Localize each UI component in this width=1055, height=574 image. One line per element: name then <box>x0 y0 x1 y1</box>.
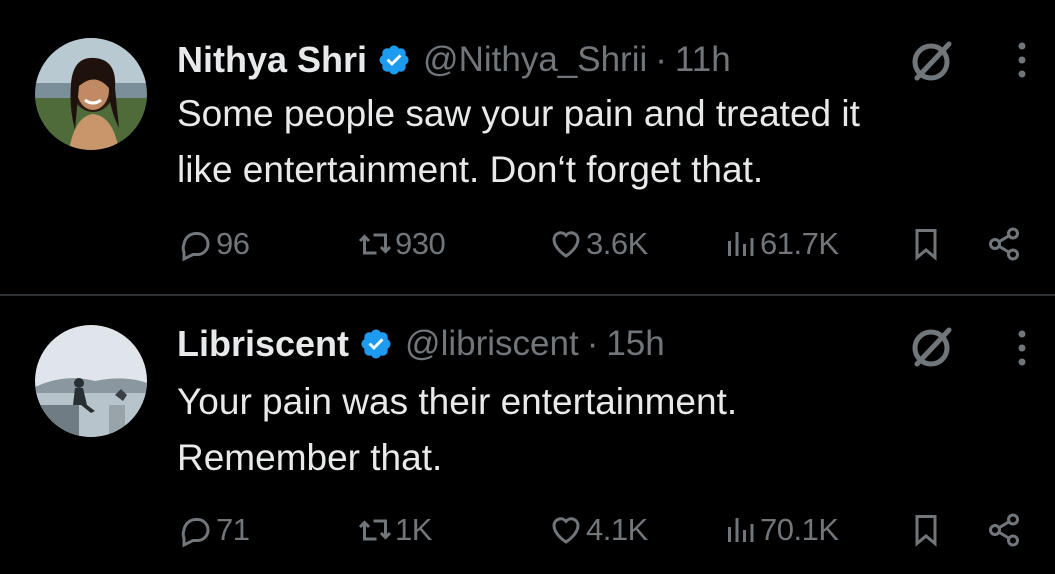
reply-count: 96 <box>216 226 250 261</box>
share-icon <box>989 513 1019 547</box>
tweet-text-line: like entertainment. Don‘t forget that. <box>177 149 764 190</box>
like-icon <box>552 231 580 258</box>
timestamp[interactable]: 11h <box>675 40 731 80</box>
timestamp[interactable]: 15h <box>606 324 664 364</box>
like-button[interactable]: 3.6K <box>548 219 648 269</box>
tweet-text: Some people saw your pain and treated it… <box>177 86 1017 198</box>
views-button[interactable]: 61.7K <box>722 219 839 269</box>
like-count: 3.6K <box>586 226 648 261</box>
avatar[interactable] <box>35 38 147 150</box>
share-icon <box>989 227 1019 261</box>
reply-button[interactable]: 96 <box>178 219 250 269</box>
repost-icon <box>358 233 392 255</box>
views-icon <box>728 232 754 256</box>
tweet-text-line: Your pain was their entertainment. <box>177 381 738 422</box>
share-button[interactable] <box>986 219 1022 269</box>
author-handle[interactable]: @libriscent <box>405 324 579 364</box>
views-count: 61.7K <box>760 226 839 261</box>
author-name[interactable]: Nithya Shri <box>177 39 367 81</box>
repost-button[interactable]: 1K <box>357 505 432 555</box>
bookmark-button[interactable] <box>908 505 944 555</box>
views-count: 70.1K <box>760 512 839 547</box>
views-icon <box>728 518 754 542</box>
bookmark-icon <box>915 229 937 261</box>
bookmark-icon <box>915 515 937 547</box>
action-bar: 96 930 3.6K 61.7K <box>0 219 1055 269</box>
like-button[interactable]: 4.1K <box>548 505 648 555</box>
tweet-text-line: Some people saw your pain and treated it <box>177 93 860 134</box>
tweet[interactable]: Nithya Shri @Nithya_Shrii · 11h Some peo… <box>0 0 1055 294</box>
repost-icon <box>358 519 392 541</box>
tweet-header: Libriscent @libriscent · 15h <box>177 320 665 368</box>
reply-icon <box>181 517 210 548</box>
like-icon <box>552 517 580 544</box>
tweet-text: Your pain was their entertainment. Remem… <box>177 374 1017 486</box>
reply-count: 71 <box>216 512 250 547</box>
grok-icon[interactable] <box>903 318 959 374</box>
share-button[interactable] <box>986 505 1022 555</box>
more-icon[interactable] <box>1010 36 1034 84</box>
bookmark-button[interactable] <box>908 219 944 269</box>
verified-badge-icon[interactable] <box>359 327 393 361</box>
tweet-header: Nithya Shri @Nithya_Shrii · 11h <box>177 36 731 84</box>
separator-dot: · <box>655 40 667 79</box>
tweet-text-line: Remember that. <box>177 437 443 478</box>
views-button[interactable]: 70.1K <box>722 505 839 555</box>
avatar[interactable] <box>35 325 147 437</box>
reply-button[interactable]: 71 <box>178 505 250 555</box>
verified-badge-icon[interactable] <box>377 43 411 77</box>
repost-button[interactable]: 930 <box>357 219 446 269</box>
repost-count: 930 <box>395 226 446 261</box>
like-count: 4.1K <box>586 512 648 547</box>
reply-icon <box>181 231 210 262</box>
author-handle[interactable]: @Nithya_Shrii <box>423 40 647 80</box>
separator-dot: · <box>586 324 599 363</box>
action-bar: 71 1K 4.1K 70.1K <box>0 505 1055 555</box>
tweet[interactable]: Libriscent @libriscent · 15h Your pain w… <box>0 296 1055 574</box>
repost-count: 1K <box>395 512 432 547</box>
grok-icon[interactable] <box>903 32 959 88</box>
author-name[interactable]: Libriscent <box>177 323 349 365</box>
more-icon[interactable] <box>1010 324 1034 372</box>
